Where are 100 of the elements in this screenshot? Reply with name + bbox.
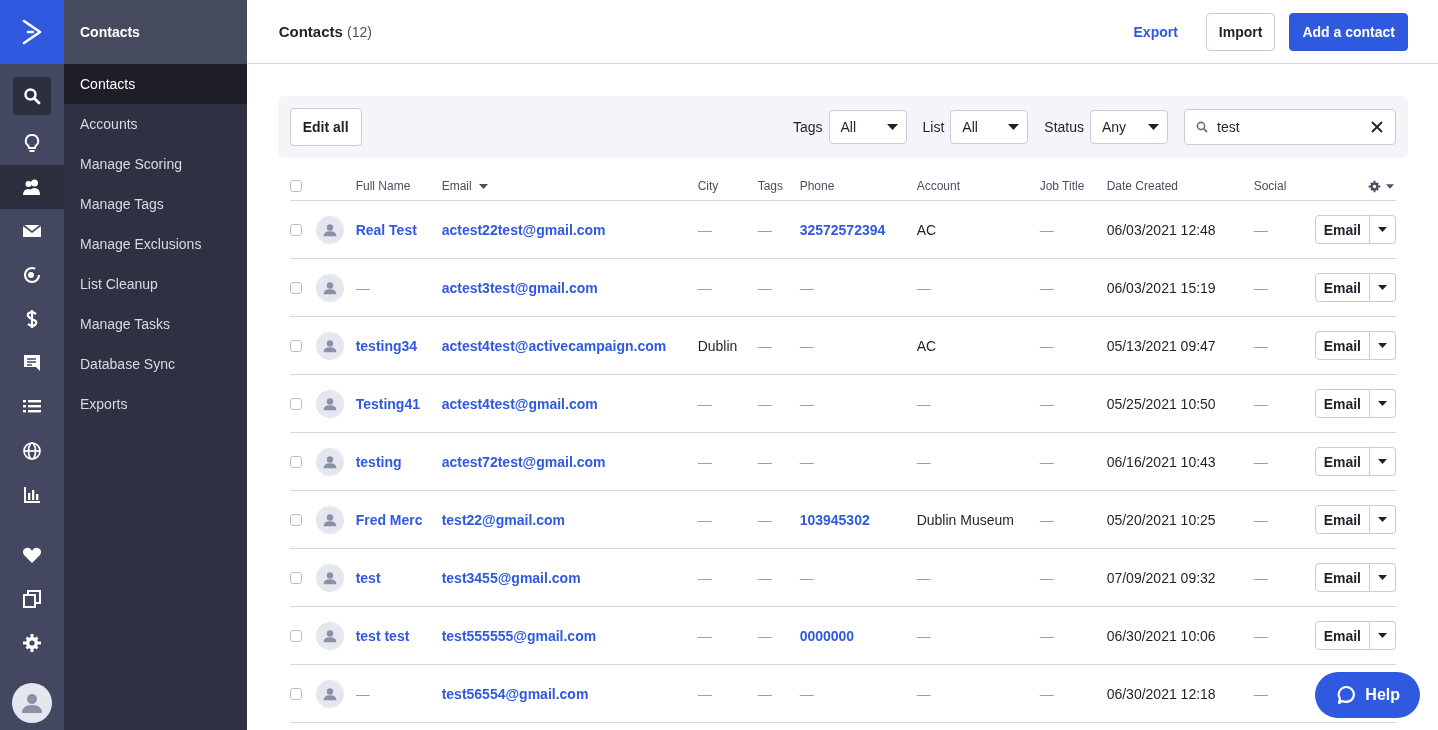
chat-bubble-icon [1337, 685, 1358, 705]
help-button[interactable]: Help [1315, 672, 1420, 718]
email-button[interactable]: Email [1314, 389, 1370, 418]
phone-cell-text: — [799, 453, 815, 470]
phone-cell[interactable]: 0000000 [799, 627, 917, 644]
email-button[interactable]: Email [1314, 273, 1370, 302]
settings-icon[interactable] [1368, 179, 1381, 193]
filter-dropdown[interactable]: All [950, 110, 1029, 144]
column-header[interactable]: Job Title [1039, 179, 1107, 193]
table-cell-text: — [916, 569, 932, 586]
nav-link[interactable]: Database Sync [64, 344, 247, 384]
email-link[interactable]: test3455@gmail.com [441, 569, 698, 586]
email-menu-button[interactable] [1370, 621, 1396, 650]
nav-link[interactable]: Manage Tags [64, 184, 247, 224]
column-header[interactable]: Date Created [1106, 179, 1254, 193]
nav-link[interactable]: Accounts [64, 104, 247, 144]
contact-name[interactable]: Testing41 [355, 395, 442, 412]
row-checkbox[interactable] [289, 281, 302, 294]
email-menu-button[interactable] [1370, 563, 1396, 592]
row-checkbox[interactable] [289, 629, 302, 642]
table-cell-text: — [757, 453, 773, 470]
email-button[interactable]: Email [1314, 505, 1370, 534]
email-link[interactable]: actest4test@activecampaign.com [441, 337, 698, 354]
email-link[interactable]: test555555@gmail.com [441, 627, 698, 644]
email-button[interactable]: Email [1314, 331, 1370, 360]
email-button[interactable]: Email [1314, 447, 1370, 476]
column-header[interactable]: Email [441, 179, 472, 193]
caret-icon[interactable] [1386, 183, 1394, 189]
add-contact-button[interactable]: Add a contact [1289, 12, 1408, 51]
select-all-checkbox[interactable] [289, 180, 302, 192]
phone-cell[interactable]: 32572572394 [799, 221, 917, 238]
contact-name[interactable]: test [355, 569, 442, 586]
email-button[interactable]: Email [1314, 621, 1370, 650]
email-menu-button[interactable] [1370, 273, 1396, 302]
contact-name[interactable]: Real Test [355, 221, 442, 238]
table-cell-text: — [697, 685, 713, 702]
email-menu-button[interactable] [1370, 447, 1396, 476]
row-checkbox[interactable] [289, 513, 302, 526]
email-menu-button[interactable] [1370, 505, 1396, 534]
email-button[interactable]: Email [1314, 215, 1370, 244]
filter-label: Tags [792, 119, 823, 135]
column-header[interactable]: Social [1253, 179, 1315, 193]
caret-icon [1008, 124, 1020, 130]
email-link[interactable]: actest4test@gmail.com [441, 395, 698, 412]
nav-link[interactable]: Manage Scoring [64, 144, 247, 184]
column-header[interactable]: Account [916, 179, 1040, 193]
contact-name[interactable]: testing [355, 453, 442, 470]
phone-cell[interactable]: 103945302 [799, 511, 917, 528]
table-cell-text: — [697, 569, 713, 586]
nav-link[interactable]: Contacts [64, 64, 247, 104]
column-header[interactable]: Phone [799, 179, 917, 193]
table-cell-text: — [757, 279, 773, 296]
date-cell-text: 05/20/2021 10:25 [1106, 511, 1217, 528]
close-icon[interactable] [1371, 121, 1383, 133]
nav-link[interactable]: Exports [64, 384, 247, 424]
phone-cell-text: — [799, 569, 815, 586]
logo-tile[interactable] [0, 0, 64, 64]
search-field[interactable]: test [1184, 109, 1396, 145]
email-link[interactable]: actest22test@gmail.com [441, 221, 698, 238]
email-link[interactable]: test56554@gmail.com [441, 685, 698, 702]
date-cell-text: 06/03/2021 12:48 [1106, 221, 1217, 238]
column-header[interactable]: Tags [757, 179, 800, 193]
page-title: Contacts (12) [278, 23, 372, 40]
table-cell-text: — [697, 395, 713, 412]
row-checkbox[interactable] [289, 339, 302, 352]
nav-link[interactable]: Manage Exclusions [64, 224, 247, 264]
table-cell-text: — [697, 221, 713, 238]
filter-dropdown[interactable]: All [828, 110, 907, 144]
row-checkbox[interactable] [289, 687, 302, 700]
column-header[interactable]: Full Name [355, 179, 442, 193]
nav-item[interactable] [13, 77, 51, 115]
row-checkbox[interactable] [289, 571, 302, 584]
contact-name[interactable]: test test [355, 627, 442, 644]
email-menu-button[interactable] [1370, 215, 1396, 244]
user-avatar[interactable] [12, 683, 52, 723]
contact-name[interactable]: testing34 [355, 337, 442, 354]
row-checkbox[interactable] [289, 223, 302, 236]
sort-caret-icon[interactable] [478, 183, 488, 189]
filter-dropdown[interactable]: Any [1090, 110, 1168, 144]
column-header[interactable]: City [697, 179, 758, 193]
contact-name[interactable]: Fred Merc [355, 511, 442, 528]
table-cell-text: — [1253, 395, 1269, 412]
person-icon [322, 686, 337, 701]
email-link[interactable]: test22@gmail.com [441, 511, 698, 528]
nav-link[interactable]: Manage Tasks [64, 304, 247, 344]
table-cell-text: — [916, 685, 932, 702]
caret-icon [1378, 343, 1387, 348]
person-icon [322, 222, 337, 237]
edit-all-button[interactable]: Edit all [289, 108, 362, 146]
import-button[interactable]: Import [1205, 12, 1276, 51]
email-menu-button[interactable] [1370, 331, 1396, 360]
email-menu-button[interactable] [1370, 389, 1396, 418]
email-button[interactable]: Email [1314, 563, 1370, 592]
email-link[interactable]: actest3test@gmail.com [441, 279, 698, 296]
nav-item[interactable] [0, 165, 64, 209]
email-link[interactable]: actest72test@gmail.com [441, 453, 698, 470]
row-checkbox[interactable] [289, 397, 302, 410]
nav-link[interactable]: List Cleanup [64, 264, 247, 304]
export-link[interactable]: Export [1133, 23, 1178, 40]
row-checkbox[interactable] [289, 455, 302, 468]
